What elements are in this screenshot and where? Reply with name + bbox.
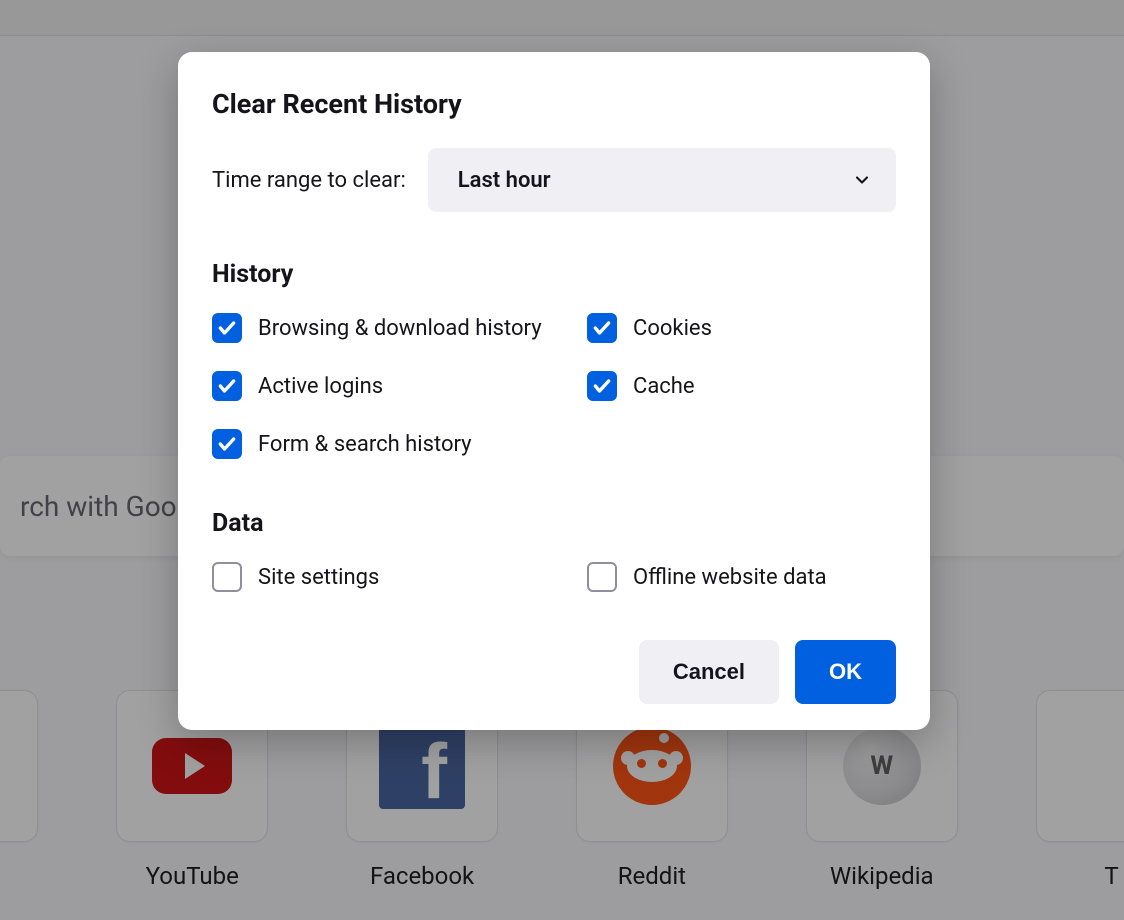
option-cookies: Cookies <box>587 313 896 343</box>
option-label: Form & search history <box>258 432 472 457</box>
time-range-row: Time range to clear: Last hour <box>212 148 896 212</box>
option-offline-website-data: Offline website data <box>587 562 896 592</box>
checkbox-form-search-history[interactable] <box>212 429 242 459</box>
option-label: Browsing & download history <box>258 316 542 341</box>
checkbox-active-logins[interactable] <box>212 371 242 401</box>
ok-button[interactable]: OK <box>795 640 896 704</box>
checkbox-browsing-download-history[interactable] <box>212 313 242 343</box>
option-cache: Cache <box>587 371 896 401</box>
option-active-logins: Active logins <box>212 371 587 401</box>
dialog-title: Clear Recent History <box>212 88 896 120</box>
option-label: Site settings <box>258 565 379 590</box>
time-range-value: Last hour <box>458 168 551 193</box>
option-browsing-download-history: Browsing & download history <box>212 313 587 343</box>
cancel-button[interactable]: Cancel <box>639 640 779 704</box>
history-options-grid: Browsing & download history Cookies Acti… <box>212 313 896 459</box>
checkbox-cookies[interactable] <box>587 313 617 343</box>
time-range-select[interactable]: Last hour <box>428 148 896 212</box>
data-options-grid: Site settings Offline website data <box>212 562 896 592</box>
option-label: Cookies <box>633 316 712 341</box>
checkbox-site-settings[interactable] <box>212 562 242 592</box>
chevron-down-icon <box>852 170 872 190</box>
option-label: Cache <box>633 374 695 399</box>
option-form-search-history: Form & search history <box>212 429 587 459</box>
option-site-settings: Site settings <box>212 562 587 592</box>
history-section-header: History <box>212 260 896 289</box>
option-label: Offline website data <box>633 565 827 590</box>
checkbox-offline-website-data[interactable] <box>587 562 617 592</box>
time-range-label: Time range to clear: <box>212 168 406 193</box>
checkbox-cache[interactable] <box>587 371 617 401</box>
history-section: History Browsing & download history Cook… <box>212 260 896 459</box>
clear-history-dialog: Clear Recent History Time range to clear… <box>178 52 930 730</box>
data-section-header: Data <box>212 509 896 538</box>
dialog-button-row: Cancel OK <box>212 640 896 704</box>
option-label: Active logins <box>258 374 383 399</box>
data-section: Data Site settings Offline website data <box>212 509 896 592</box>
